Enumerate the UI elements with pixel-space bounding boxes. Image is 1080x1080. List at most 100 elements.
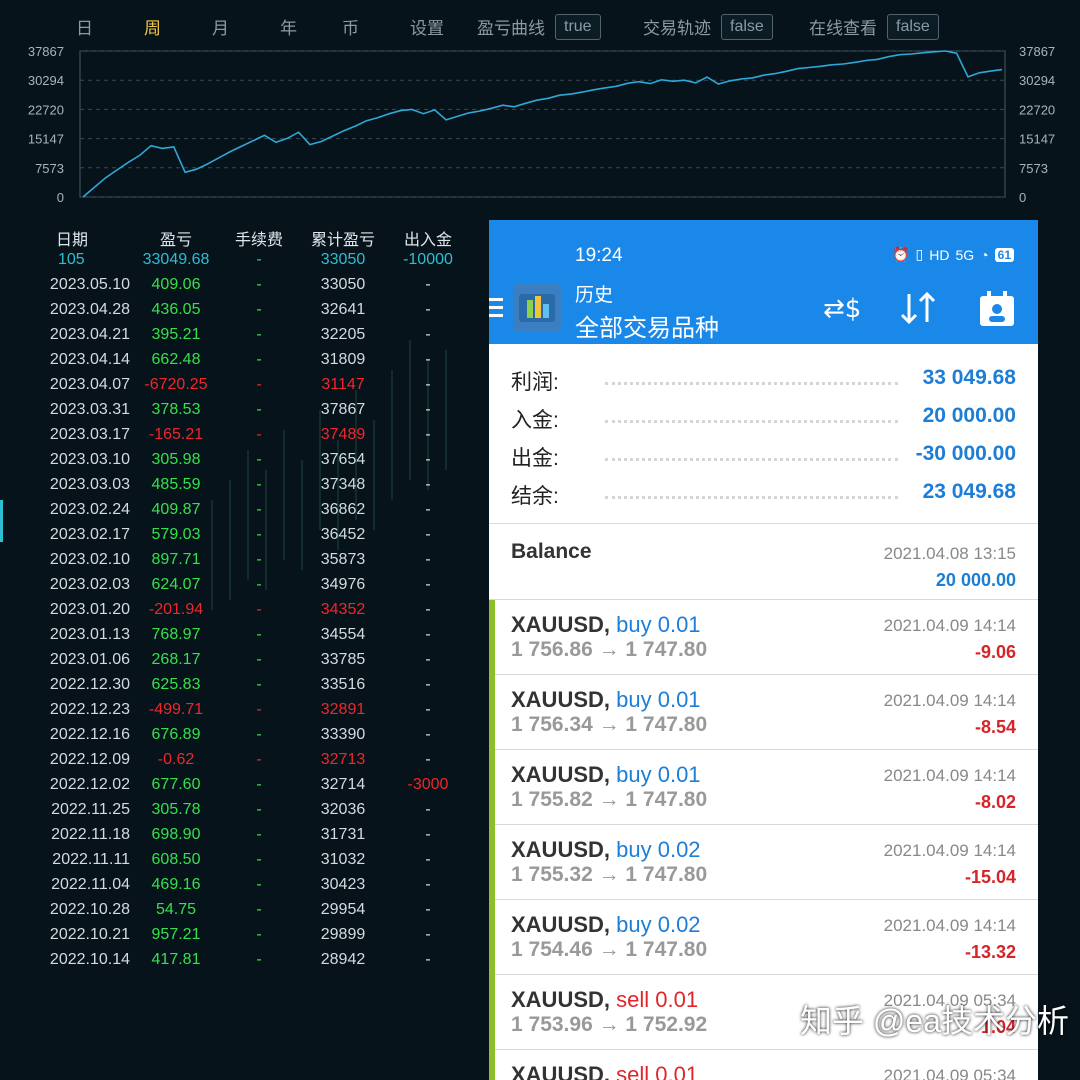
row-pl: 897.71 [151,551,201,568]
vibrate-icon: ▯ [915,246,924,262]
y-tick-label-left: 15147 [28,132,64,147]
row-pl: 698.90 [151,826,201,843]
trade-item[interactable]: XAUUSD, sell 0.01 2021.04.09 05:34 [489,1050,1038,1080]
row-pl: 305.98 [151,451,201,468]
settings-button[interactable]: 设置 [410,14,444,39]
deposit-label: 入金: [511,409,559,432]
trade-side: buy 0.01 [616,612,701,637]
row-date: 2023.02.17 [49,526,130,543]
row-date: 2023.01.13 [49,626,130,643]
y-tick-label-left: 22720 [28,102,64,117]
row-deposit-withdraw: - [425,876,431,893]
table-row[interactable]: 2022.12.09 -0.62 - 32713 - [0,749,490,774]
row-date: 2023.04.07 [49,376,130,393]
trade-item[interactable]: XAUUSD, buy 0.02 1 755.32 → 1 747.80 2021.… [489,825,1038,900]
sort-icon[interactable] [899,290,939,331]
trade-symbol-text: XAUUSD, [511,687,611,712]
calendar-icon[interactable] [977,290,1017,333]
table-row[interactable]: 2022.12.30 625.83 - 33516 - [0,674,490,699]
trade-symbol: XAUUSD, sell 0.01 [511,987,698,1013]
trade-status-bar [489,600,495,675]
trade-side: buy 0.02 [616,837,701,862]
trade-symbol-text: XAUUSD, [511,912,611,937]
table-row[interactable]: 2022.12.16 676.89 - 33390 - [0,724,490,749]
table-row[interactable]: 2022.10.21 957.21 - 29899 - [0,924,490,949]
table-row[interactable]: 2023.01.06 268.17 - 33785 - [0,649,490,674]
currency-swap-icon[interactable]: ⇄$ [819,290,861,331]
row-deposit-withdraw: - [425,801,431,818]
period-day-tab[interactable]: 日 [76,14,93,39]
symbol-filter[interactable]: 全部交易品种 [575,308,719,343]
trade-prices: 1 756.86 → 1 747.80 [511,638,708,661]
row-pl: 768.97 [151,626,201,643]
table-row[interactable]: 2023.01.20 -201.94 - 34352 - [0,599,490,624]
trade-status-bar [489,900,495,975]
table-row[interactable]: 2023.02.17 579.03 - 36452 - [0,524,490,549]
table-row[interactable]: 2022.11.25 305.78 - 32036 - [0,799,490,824]
row-deposit-withdraw: - [425,751,431,768]
row-date: 2022.12.09 [49,751,130,768]
hd-icon: HD [929,246,950,263]
pl-curve-toggle[interactable]: true [555,14,601,40]
period-year-tab[interactable]: 年 [280,14,297,39]
table-row[interactable]: 2023.02.24 409.87 - 36862 - [0,499,490,524]
table-row[interactable]: 2023.04.14 662.48 - 31809 - [0,349,490,374]
table-row[interactable]: 2022.12.23 -499.71 - 32891 - [0,699,490,724]
menu-icon[interactable] [489,298,503,322]
y-tick-label-right: 37867 [1019,44,1055,59]
trade-item[interactable]: XAUUSD, buy 0.01 1 756.86 → 1 747.80 2021.… [489,600,1038,675]
trade-side: buy 0.02 [616,912,701,937]
mt-history-screenshot: 19:24 ⏰ ▯ HD 5G ◔ 61 历史 全部交易品种 ⇄$ 利润: 33… [489,220,1038,1080]
trade-item[interactable]: XAUUSD, buy 0.01 1 756.34 → 1 747.80 2021.… [489,675,1038,750]
table-row[interactable]: 2023.03.03 485.59 - 37348 - [0,474,490,499]
y-tick-label-right: 0 [1019,190,1026,205]
history-header: 19:24 ⏰ ▯ HD 5G ◔ 61 历史 全部交易品种 ⇄$ [489,220,1038,344]
balance-entry[interactable]: Balance 2021.04.08 13:15 20 000.00 [489,524,1038,600]
row-fee: - [256,551,262,568]
row-deposit-withdraw: - [425,551,431,568]
table-row[interactable]: 2023.03.10 305.98 - 37654 - [0,449,490,474]
table-row[interactable]: 2023.04.21 395.21 - 32205 - [0,324,490,349]
row-pl: 469.16 [151,876,201,893]
balance-value: 23 049.68 [922,480,1016,503]
table-row[interactable]: 2022.12.02 677.60 - 32714 -3000 [0,774,490,799]
header-fee[interactable]: 手续费 [228,226,290,250]
table-row[interactable]: 2022.10.28 54.75 - 29954 - [0,899,490,924]
trade-side: buy 0.01 [616,687,701,712]
table-row[interactable]: 2023.03.31 378.53 - 37867 - [0,399,490,424]
header-deposit-withdraw[interactable]: 出入金 [388,226,468,250]
trade-item[interactable]: XAUUSD, buy 0.02 1 754.46 → 1 747.80 2021.… [489,900,1038,975]
row-pl: 409.06 [151,276,201,293]
table-row[interactable]: 2023.05.10 409.06 - 33050 - [0,274,490,299]
trade-symbol-text: XAUUSD, [511,762,611,787]
header-pl[interactable]: 盈亏 [130,226,222,250]
trade-item[interactable]: XAUUSD, buy 0.01 1 755.82 → 1 747.80 2021.… [489,750,1038,825]
table-row[interactable]: 2022.11.11 608.50 - 31032 - [0,849,490,874]
period-week-tab[interactable]: 周 [144,14,161,39]
row-fee: - [256,301,262,318]
table-row[interactable]: 2022.11.04 469.16 - 30423 - [0,874,490,899]
table-row[interactable]: 2023.03.17 -165.21 - 37489 - [0,424,490,449]
row-pl: 409.87 [151,501,201,518]
signal-icon: 5G [955,246,975,263]
period-currency-tab[interactable]: 币 [342,14,359,39]
table-row[interactable]: 2023.04.07 -6720.25 - 31147 - [0,374,490,399]
table-row[interactable]: 2022.10.14 417.81 - 28942 - [0,949,490,974]
trade-pl: -9.06 [974,642,1016,662]
row-deposit-withdraw: - [425,301,431,318]
row-pl: 305.78 [151,801,201,818]
equity-chart: 37867 37867 30294 30294 22720 22720 15147 15147… [0,40,1080,210]
trade-track-toggle[interactable]: false [721,14,773,40]
table-row[interactable]: 2023.02.03 624.07 - 34976 - [0,574,490,599]
balance-entry-label: Balance [511,540,592,563]
online-view-toggle[interactable]: false [887,14,939,40]
header-cumulative[interactable]: 累计盈亏 [300,226,386,250]
row-pl: 624.07 [151,576,201,593]
table-row[interactable]: 2023.01.13 768.97 - 34554 - [0,624,490,649]
trade-symbol: XAUUSD, buy 0.01 [511,762,701,788]
y-tick-label-right: 30294 [1019,73,1055,88]
table-row[interactable]: 2023.02.10 897.71 - 35873 - [0,549,490,574]
table-row[interactable]: 2023.04.28 436.05 - 32641 - [0,299,490,324]
period-month-tab[interactable]: 月 [212,14,229,39]
table-row[interactable]: 2022.11.18 698.90 - 31731 - [0,824,490,849]
